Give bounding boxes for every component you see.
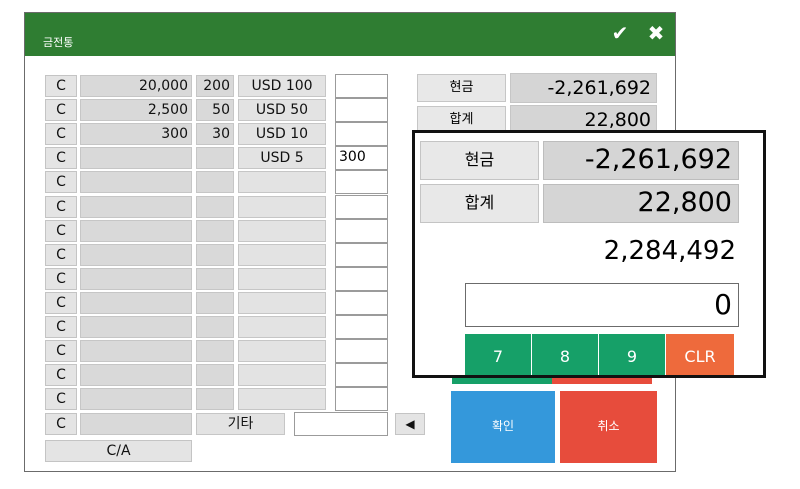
amount-cell (80, 147, 192, 169)
count-cell (196, 268, 234, 290)
amount-cell (80, 413, 192, 435)
keypad-clr-button[interactable]: CLR (666, 334, 734, 375)
quantity-input[interactable] (335, 74, 388, 98)
confirm-button[interactable]: 확인 (451, 391, 555, 463)
amount-cell (80, 220, 192, 242)
quantity-input[interactable] (335, 122, 388, 146)
keypad-7-button[interactable]: 7 (465, 334, 531, 375)
denomination-label (238, 292, 326, 314)
cash-value: -2,261,692 (510, 73, 657, 103)
amount-cell (80, 268, 192, 290)
count-cell: 50 (196, 99, 234, 121)
count-cell (196, 171, 234, 193)
clear-button[interactable]: C (45, 220, 77, 242)
clear-button[interactable]: C (45, 316, 77, 338)
denomination-label: USD 10 (238, 123, 326, 145)
quantity-input[interactable]: 300 (335, 146, 388, 170)
amount-cell (80, 292, 192, 314)
quantity-input[interactable] (335, 315, 388, 339)
other-label: 기타 (196, 413, 285, 435)
amount-cell: 300 (80, 123, 192, 145)
clear-button[interactable]: C (45, 99, 77, 121)
clear-button[interactable]: C (45, 244, 77, 266)
cash-label: 현금 (417, 74, 506, 102)
other-input[interactable] (294, 412, 388, 436)
quantity-input[interactable] (335, 243, 388, 267)
window-title: 금전통 (43, 36, 74, 49)
quantity-input[interactable] (335, 267, 388, 291)
amount-cell (80, 364, 192, 386)
amount-cell (80, 244, 192, 266)
quantity-input[interactable] (335, 195, 388, 219)
amount-cell (80, 388, 192, 410)
denomination-label (238, 244, 326, 266)
clear-button[interactable]: C (45, 123, 77, 145)
quantity-input[interactable] (335, 98, 388, 122)
quantity-input[interactable] (335, 387, 388, 411)
clear-button[interactable]: C (45, 292, 77, 314)
clear-button[interactable]: C (45, 268, 77, 290)
denomination-label (238, 268, 326, 290)
close-icon[interactable]: ✖ (645, 22, 667, 44)
clear-button[interactable]: C (45, 75, 77, 97)
clear-button[interactable]: C (45, 364, 77, 386)
denomination-label (238, 388, 326, 410)
count-cell (196, 147, 234, 169)
amount-cell (80, 316, 192, 338)
count-cell (196, 292, 234, 314)
amount-cell (80, 340, 192, 362)
clear-button[interactable]: C (45, 196, 77, 218)
amount-cell (80, 196, 192, 218)
denomination-label: USD 50 (238, 99, 326, 121)
clear-button[interactable]: C (45, 147, 77, 169)
count-cell (196, 316, 234, 338)
denomination-label (238, 171, 326, 193)
denomination-label (238, 220, 326, 242)
denomination-label: USD 100 (238, 75, 326, 97)
title-bar (25, 13, 675, 56)
zoom-total-value: 22,800 (543, 184, 739, 223)
zoom-cash-value: -2,261,692 (543, 141, 739, 180)
count-cell (196, 244, 234, 266)
amount-cell: 20,000 (80, 75, 192, 97)
ca-button[interactable]: C/A (45, 440, 192, 462)
count-cell (196, 340, 234, 362)
cancel-button[interactable]: 취소 (560, 391, 657, 463)
denomination-label (238, 364, 326, 386)
denomination-label (238, 340, 326, 362)
difference-value: 2,284,492 (603, 236, 736, 266)
amount-entry-field[interactable]: 0 (465, 283, 739, 327)
quantity-input[interactable] (335, 170, 388, 194)
keypad-9-button[interactable]: 9 (599, 334, 665, 375)
amount-cell (80, 171, 192, 193)
count-cell: 200 (196, 75, 234, 97)
zoom-total-label: 합계 (420, 184, 539, 223)
count-cell (196, 196, 234, 218)
count-cell (196, 364, 234, 386)
denomination-label (238, 316, 326, 338)
clear-button[interactable]: C (45, 171, 77, 193)
keypad-8-button[interactable]: 8 (532, 334, 598, 375)
denomination-label (238, 196, 326, 218)
quantity-input[interactable] (335, 219, 388, 243)
quantity-input[interactable] (335, 291, 388, 315)
count-cell: 30 (196, 123, 234, 145)
clear-button[interactable]: C (45, 413, 77, 435)
clear-button[interactable]: C (45, 340, 77, 362)
quantity-input[interactable] (335, 363, 388, 387)
quantity-input[interactable] (335, 339, 388, 363)
amount-cell: 2,500 (80, 99, 192, 121)
check-icon[interactable]: ✔ (609, 22, 631, 44)
count-cell (196, 388, 234, 410)
zoom-cash-label: 현금 (420, 141, 539, 180)
arrow-left-icon[interactable]: ◀ (395, 413, 425, 435)
denomination-label: USD 5 (238, 147, 326, 169)
clear-button[interactable]: C (45, 388, 77, 410)
count-cell (196, 220, 234, 242)
